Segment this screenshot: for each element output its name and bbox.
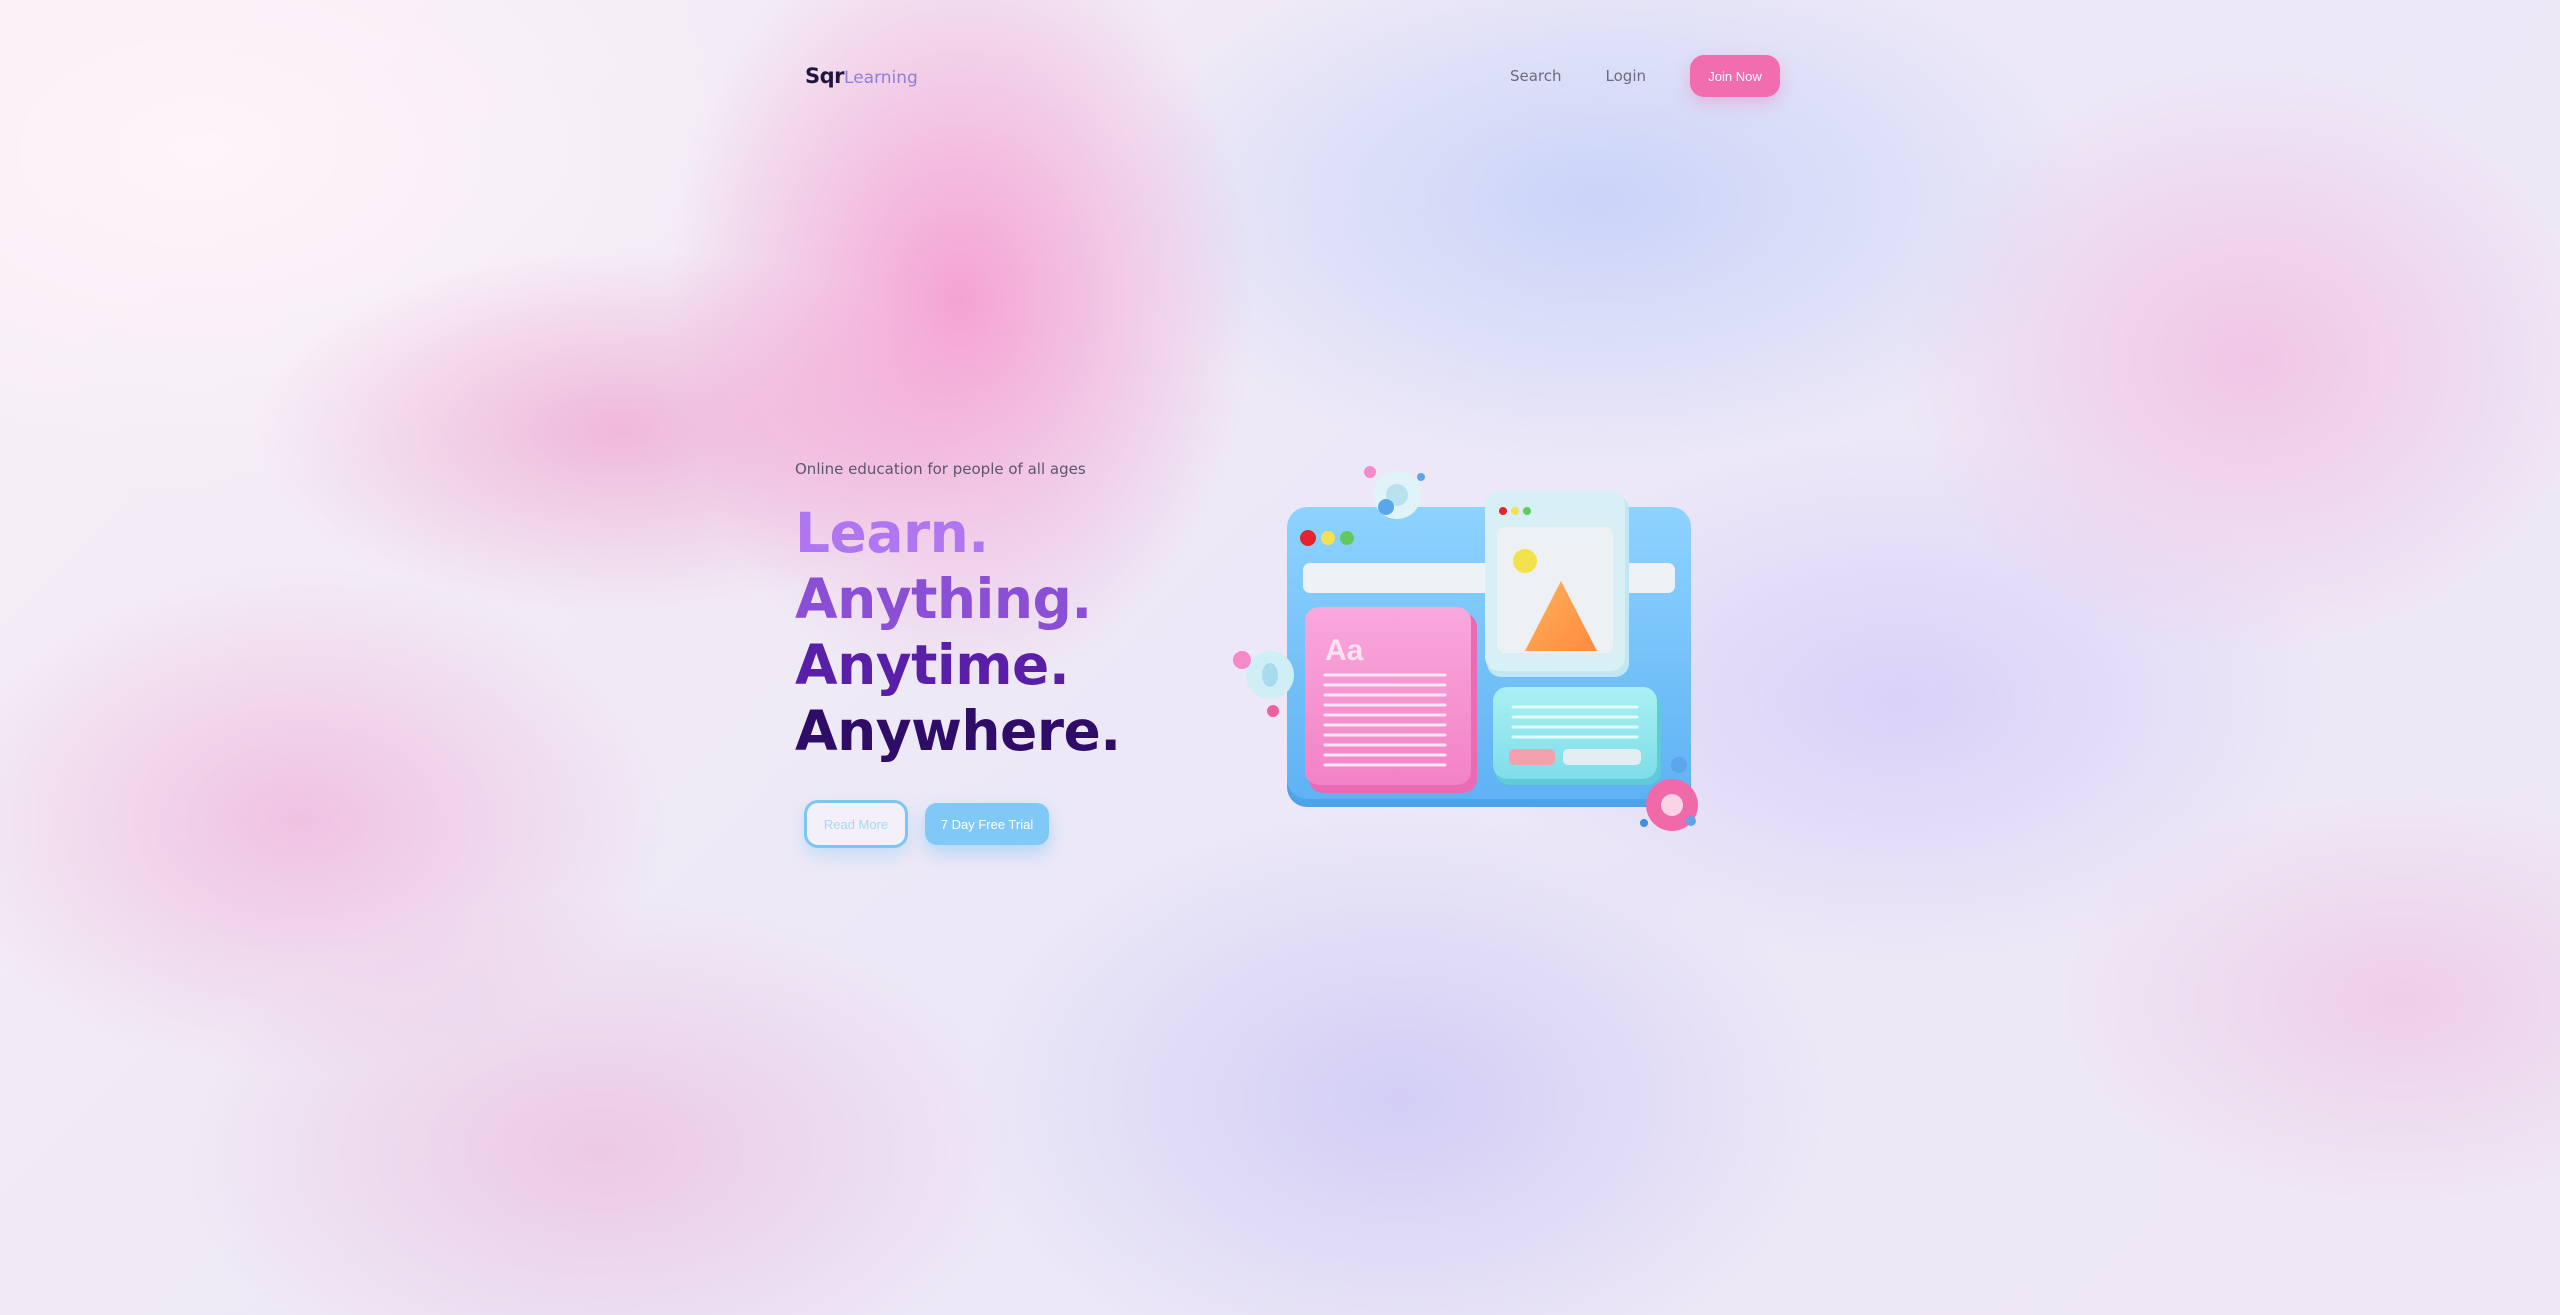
hero-tagline: Online education for people of all ages	[795, 460, 1086, 478]
document-card-graphic: Aa	[1305, 607, 1477, 793]
hero-actions: Read More 7 Day Free Trial	[804, 800, 1049, 848]
hero-illustration: Aa	[1233, 466, 1698, 831]
login-link[interactable]: Login	[1606, 67, 1646, 85]
free-trial-button[interactable]: 7 Day Free Trial	[925, 803, 1049, 845]
headline-line-anytime: Anytime.	[795, 633, 1070, 697]
main-nav: Search Login Join Now	[1510, 55, 1780, 97]
hero-headline: Learn. Anything. Anytime. Anywhere.	[795, 500, 1121, 764]
headline-line-anywhere: Anywhere.	[795, 699, 1121, 763]
logo-light: Learning	[844, 68, 918, 88]
search-link[interactable]: Search	[1510, 67, 1562, 85]
headline-line-anything: Anything.	[795, 567, 1092, 631]
headline-line-learn: Learn.	[795, 501, 989, 565]
hero-text: Online education for people of all ages …	[795, 460, 1121, 764]
image-window-graphic	[1485, 491, 1629, 677]
join-now-button[interactable]: Join Now	[1690, 55, 1780, 97]
logo[interactable]: Sqr Learning	[805, 64, 918, 88]
site-header: Sqr Learning Search Login Join Now	[800, 55, 1780, 97]
logo-strong: Sqr	[805, 64, 845, 88]
read-more-button[interactable]: Read More	[804, 800, 908, 848]
card-label: Aa	[1325, 634, 1364, 667]
form-panel-graphic	[1493, 687, 1661, 785]
